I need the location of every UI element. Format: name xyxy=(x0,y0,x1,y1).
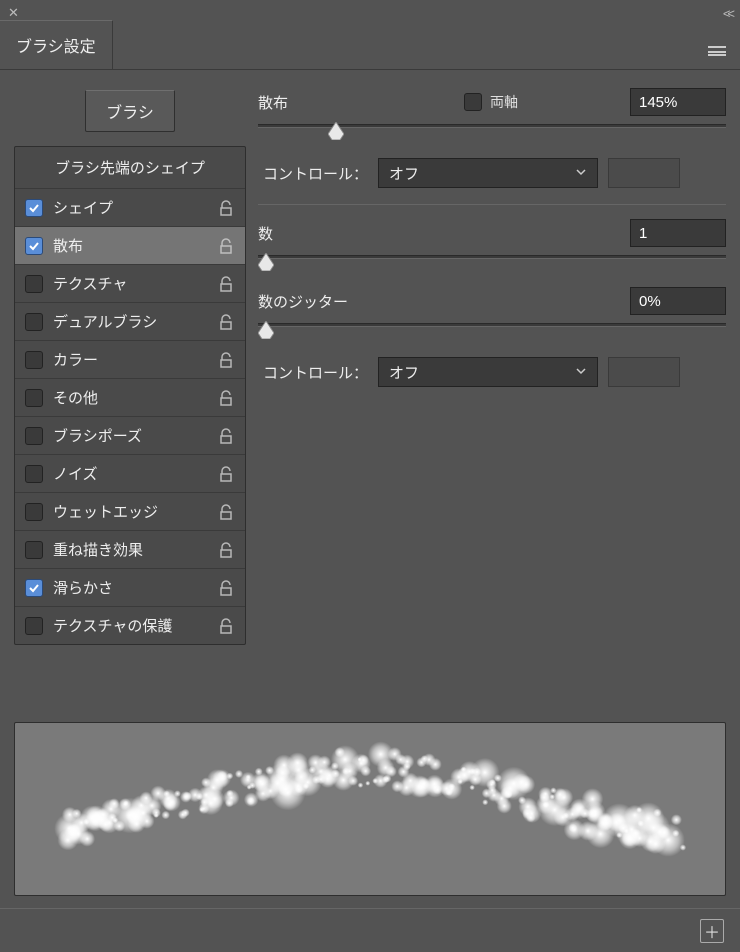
scatter-control-label: コントロール： xyxy=(258,163,368,184)
bottom-bar: ＋ xyxy=(0,908,740,952)
sidebar-item[interactable]: テクスチャ xyxy=(15,264,245,302)
sidebar-item[interactable]: 散布 xyxy=(15,226,245,264)
sidebar-item[interactable]: シェイプ xyxy=(15,188,245,226)
count-slider[interactable] xyxy=(258,249,726,277)
lock-icon[interactable] xyxy=(217,617,235,635)
sidebar-item-label: ノイズ xyxy=(53,463,207,484)
lock-icon[interactable] xyxy=(217,351,235,369)
hamburger-icon xyxy=(708,46,726,56)
sidebar-item-label: シェイプ xyxy=(53,197,207,218)
brush-settings-panel: ✕ << ブラシ設定 ブラシ ブラシ先端のシェイプ シェイプ散布テクスチャデュア… xyxy=(0,0,740,952)
sidebar-item-checkbox[interactable] xyxy=(25,541,43,559)
sidebar-item-checkbox[interactable] xyxy=(25,503,43,521)
chevron-down-icon xyxy=(575,364,587,381)
panel-menu-button[interactable] xyxy=(702,37,732,69)
sidebar-item-label: カラー xyxy=(53,349,207,370)
sidebar-item-label: ブラシポーズ xyxy=(53,425,207,446)
sidebar-item-label: テクスチャ xyxy=(53,273,207,294)
sidebar-item-label: ウェットエッジ xyxy=(53,501,207,522)
lock-icon[interactable] xyxy=(217,427,235,445)
lock-icon[interactable] xyxy=(217,275,235,293)
lock-icon[interactable] xyxy=(217,199,235,217)
chevron-down-icon xyxy=(575,165,587,182)
close-icon[interactable]: ✕ xyxy=(8,5,19,21)
both-axes-label: 両軸 xyxy=(490,92,518,112)
count-jitter-control-dropdown[interactable]: オフ xyxy=(378,357,598,387)
sidebar-item[interactable]: その他 xyxy=(15,378,245,416)
sidebar-item-label: その他 xyxy=(53,387,207,408)
lock-icon[interactable] xyxy=(217,313,235,331)
sidebar-item[interactable]: テクスチャの保護 xyxy=(15,606,245,644)
brush-options-list: ブラシ先端のシェイプ シェイプ散布テクスチャデュアルブラシカラーその他ブラシポー… xyxy=(14,146,246,645)
brush-tip-shape-header[interactable]: ブラシ先端のシェイプ xyxy=(15,147,245,188)
count-jitter-slider[interactable] xyxy=(258,317,726,345)
sidebar-item-checkbox[interactable] xyxy=(25,389,43,407)
tab-row: ブラシ設定 xyxy=(0,26,740,70)
lock-icon[interactable] xyxy=(217,579,235,597)
scatter-control-value-disabled xyxy=(608,158,680,188)
tab-brush-settings[interactable]: ブラシ設定 xyxy=(0,20,113,69)
sidebar-item-checkbox[interactable] xyxy=(25,199,43,217)
sidebar-item-checkbox[interactable] xyxy=(25,427,43,445)
brush-stroke-preview xyxy=(14,722,726,896)
lock-icon[interactable] xyxy=(217,503,235,521)
sidebar-item[interactable]: 滑らかさ xyxy=(15,568,245,606)
count-jitter-control-value-disabled xyxy=(608,357,680,387)
scatter-slider[interactable] xyxy=(258,118,726,146)
sidebar-item-label: 散布 xyxy=(53,235,207,256)
sidebar-item-checkbox[interactable] xyxy=(25,313,43,331)
plus-icon: ＋ xyxy=(704,919,720,943)
sidebar-item[interactable]: ウェットエッジ xyxy=(15,492,245,530)
count-jitter-label: 数のジッター xyxy=(258,291,388,312)
scatter-control-dropdown[interactable]: オフ xyxy=(378,158,598,188)
sidebar-item-checkbox[interactable] xyxy=(25,617,43,635)
both-axes-checkbox[interactable] xyxy=(464,93,482,111)
brush-button[interactable]: ブラシ xyxy=(85,90,175,132)
collapse-icon[interactable]: << xyxy=(723,6,732,21)
sidebar-item-checkbox[interactable] xyxy=(25,351,43,369)
sidebar-item[interactable]: ノイズ xyxy=(15,454,245,492)
sidebar-item-checkbox[interactable] xyxy=(25,465,43,483)
lock-icon[interactable] xyxy=(217,389,235,407)
sidebar-item-checkbox[interactable] xyxy=(25,275,43,293)
count-jitter-value-input[interactable] xyxy=(630,287,726,315)
new-preset-button[interactable]: ＋ xyxy=(700,919,724,943)
lock-icon[interactable] xyxy=(217,237,235,255)
lock-icon[interactable] xyxy=(217,541,235,559)
count-label: 数 xyxy=(258,223,352,244)
sidebar-item-label: 重ね描き効果 xyxy=(53,539,207,560)
count-value-input[interactable] xyxy=(630,219,726,247)
sidebar-item[interactable]: 重ね描き効果 xyxy=(15,530,245,568)
sidebar-item-checkbox[interactable] xyxy=(25,237,43,255)
scatter-value-input[interactable] xyxy=(630,88,726,116)
lock-icon[interactable] xyxy=(217,465,235,483)
sidebar-item-label: テクスチャの保護 xyxy=(53,615,207,636)
sidebar-item[interactable]: カラー xyxy=(15,340,245,378)
count-jitter-control-label: コントロール： xyxy=(258,362,368,383)
scatter-label: 散布 xyxy=(258,92,352,113)
sidebar-item[interactable]: デュアルブラシ xyxy=(15,302,245,340)
scatter-settings: 散布 両軸 コントロール： オフ xyxy=(258,84,726,692)
sidebar-item[interactable]: ブラシポーズ xyxy=(15,416,245,454)
sidebar-item-checkbox[interactable] xyxy=(25,579,43,597)
sidebar-item-label: デュアルブラシ xyxy=(53,311,207,332)
sidebar-item-label: 滑らかさ xyxy=(53,577,207,598)
